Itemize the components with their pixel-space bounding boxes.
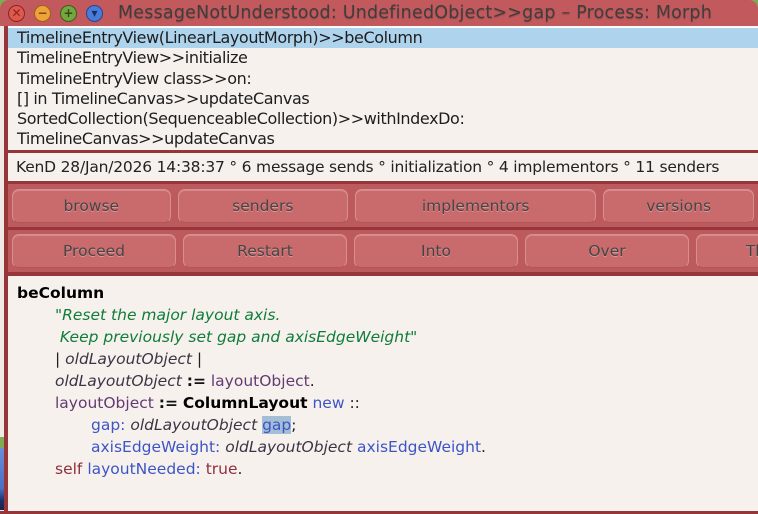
- restart-button[interactable]: Restart: [183, 234, 347, 268]
- stack-trace-list[interactable]: TimelineEntryView(LinearLayoutMorph)>>be…: [8, 26, 758, 150]
- window-title: MessageNotUnderstood: UndefinedObject>>g…: [118, 3, 712, 23]
- over-button[interactable]: Over: [525, 234, 689, 268]
- stack-frame[interactable]: SortedCollection(SequenceableCollection)…: [8, 109, 758, 129]
- debugger-window: ✕−+ ▾ MessageNotUnderstood: UndefinedObje…: [0, 0, 758, 514]
- code-token-comment: Keep previously set gap and axisEdgeWeig…: [55, 328, 417, 346]
- code-token-plain: .: [481, 438, 486, 456]
- through-button[interactable]: Through: [696, 234, 758, 268]
- close-button[interactable]: ✕: [8, 5, 25, 22]
- code-line: beColumn: [17, 282, 758, 304]
- code-token-message: axisEdgeWeight:: [91, 438, 220, 456]
- code-token-classref: ColumnLayout: [183, 394, 308, 412]
- code-token-temp: oldLayoutObject: [130, 416, 257, 434]
- code-token-ivar: layoutObject: [211, 372, 310, 390]
- code-token-temp: oldLayoutObject: [65, 350, 192, 368]
- stack-frame[interactable]: [] in TimelineCanvas>>updateCanvas: [8, 89, 758, 109]
- window-controls: ✕−+ ▾: [8, 5, 103, 22]
- code-line: Keep previously set gap and axisEdgeWeig…: [17, 326, 758, 348]
- code-token-assign: :=: [187, 372, 206, 390]
- senders-button[interactable]: senders: [178, 189, 348, 223]
- desktop-left-edge: [0, 26, 4, 511]
- code-line: oldLayoutObject := layoutObject.: [17, 370, 758, 392]
- code-token-plain: .: [238, 460, 243, 478]
- code-token-message: gap:: [91, 416, 125, 434]
- code-token-message: new: [312, 394, 344, 412]
- annotation-text: KenD 28/Jan/2026 14:38:37 ° 6 message se…: [16, 158, 719, 176]
- code-token-comment: "Reset the major layout axis.: [55, 306, 280, 324]
- code-line: self layoutNeeded: true.: [17, 458, 758, 480]
- code-token-plain: ;: [291, 416, 296, 434]
- code-line: | oldLayoutObject |: [17, 348, 758, 370]
- code-token-message-selected: gap: [262, 416, 291, 434]
- browse-toolbar: browsesendersimplementorsversions: [8, 184, 758, 227]
- code-token-pseudo: true: [206, 460, 238, 478]
- stack-frame[interactable]: TimelineCanvas>>updateCanvas: [8, 129, 758, 149]
- code-line: gap: oldLayoutObject gap;: [17, 414, 758, 436]
- versions-button[interactable]: versions: [603, 189, 754, 223]
- menu-button[interactable]: ▾: [86, 5, 103, 22]
- code-line: axisEdgeWeight: oldLayoutObject axisEdge…: [17, 436, 758, 458]
- source-code-editor[interactable]: beColumn "Reset the major layout axis. Ke…: [8, 276, 758, 511]
- code-token-plain: .: [310, 372, 315, 390]
- window-body: TimelineEntryView(LinearLayoutMorph)>>be…: [0, 26, 758, 511]
- code-line: "Reset the major layout axis.: [17, 304, 758, 326]
- minimize-button[interactable]: −: [34, 5, 51, 22]
- stack-frame[interactable]: TimelineEntryView(LinearLayoutMorph)>>be…: [8, 28, 758, 48]
- stack-frame[interactable]: TimelineEntryView class>>on:: [8, 69, 758, 89]
- code-token-message: axisEdgeWeight: [357, 438, 481, 456]
- desktop-fleck: [0, 437, 4, 448]
- code-token-method: beColumn: [17, 284, 104, 302]
- expand-button[interactable]: +: [60, 5, 77, 22]
- code-token-assign: :=: [159, 394, 178, 412]
- code-token-plain: ::: [345, 394, 360, 412]
- proceed-button[interactable]: Proceed: [12, 234, 176, 268]
- browse-button[interactable]: browse: [12, 189, 171, 223]
- implementors-button[interactable]: implementors: [355, 189, 596, 223]
- code-token-pseudo: self: [55, 460, 82, 478]
- into-button[interactable]: Into: [354, 234, 518, 268]
- code-token-ivar: layoutObject: [55, 394, 154, 412]
- code-token-temp: oldLayoutObject: [225, 438, 352, 456]
- code-token-message: layoutNeeded:: [87, 460, 200, 478]
- code-token-plain: |: [55, 350, 65, 368]
- background-scrollbar: [0, 448, 4, 510]
- code-line: layoutObject := ColumnLayout new ::: [17, 392, 758, 414]
- debug-toolbar: ProceedRestartIntoOverThrough: [8, 230, 758, 272]
- stack-frame[interactable]: TimelineEntryView>>initialize: [8, 48, 758, 68]
- annotation-bar: KenD 28/Jan/2026 14:38:37 ° 6 message se…: [8, 153, 758, 181]
- code-token-temp: oldLayoutObject: [55, 372, 182, 390]
- window-panes: TimelineEntryView(LinearLayoutMorph)>>be…: [4, 26, 758, 511]
- title-bar[interactable]: ✕−+ ▾ MessageNotUnderstood: UndefinedObje…: [0, 0, 758, 26]
- code-token-plain: |: [192, 350, 202, 368]
